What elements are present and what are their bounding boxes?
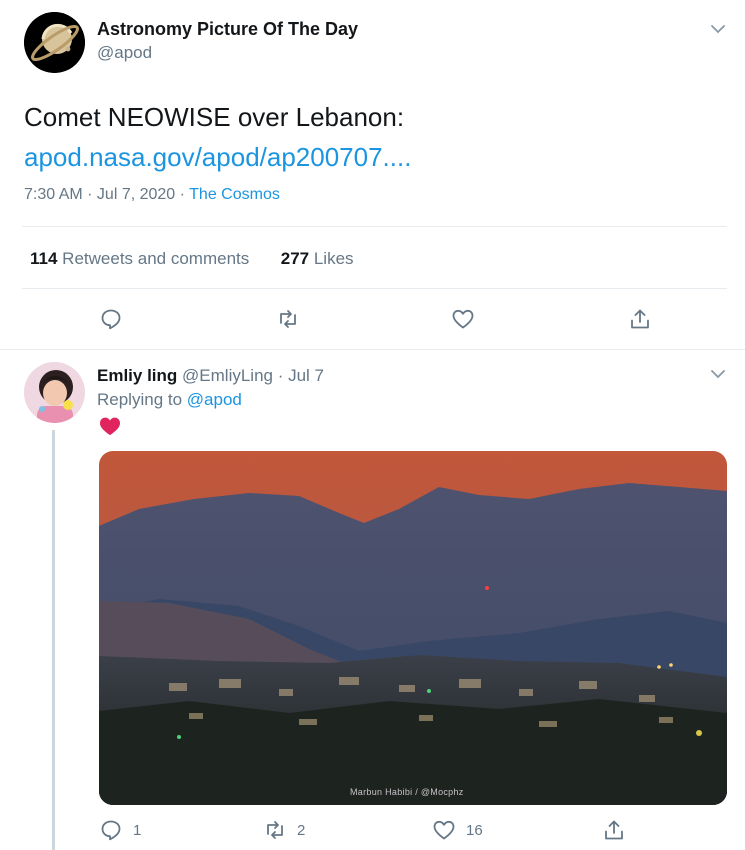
divider — [22, 226, 727, 227]
like-count: 16 — [466, 821, 483, 839]
retweets-count: 114 — [30, 249, 58, 268]
reply-icon — [101, 309, 121, 330]
like-icon — [433, 820, 455, 840]
reply-reply-button[interactable]: 1 — [99, 818, 141, 842]
tweet-text: Comet NEOWISE over Lebanon: apod.nasa.go… — [24, 97, 411, 177]
tweet-meta: 7:30 AM · Jul 7, 2020 · The Cosmos — [24, 186, 280, 204]
tweet-menu-chevron-icon[interactable] — [709, 20, 727, 43]
reply-icon — [101, 820, 121, 841]
reply-menu-chevron-icon[interactable] — [709, 365, 727, 388]
replying-prefix: Replying to — [97, 390, 187, 409]
likes-stat[interactable]: 277 Likes — [281, 249, 354, 268]
retweet-icon — [280, 310, 296, 328]
tweet-text-line: Comet NEOWISE over Lebanon: — [24, 102, 405, 132]
likes-label: Likes — [313, 249, 354, 268]
heart-emoji-icon — [99, 416, 121, 436]
saturn-logo — [24, 12, 85, 73]
tweet-timestamp[interactable]: 7:30 AM · Jul 7, 2020 · — [24, 186, 189, 203]
reply-handle-date[interactable]: @EmliyLing · Jul 7 — [182, 366, 324, 385]
share-button[interactable] — [628, 307, 652, 331]
like-button[interactable] — [451, 307, 475, 331]
reply-header: Emliy ling @EmliyLing · Jul 7 — [97, 366, 324, 386]
reply-count: 1 — [133, 821, 142, 839]
replying-to-handle[interactable]: @apod — [187, 390, 242, 409]
tweet-stats: 114 Retweets and comments 277 Likes — [30, 249, 354, 269]
tweet-separator — [0, 349, 745, 350]
comet-photo[interactable] — [99, 451, 727, 805]
like-icon — [452, 309, 474, 329]
replying-to: Replying to @apod — [97, 390, 242, 410]
reply-like-button[interactable]: 16 — [432, 818, 483, 842]
tweet-source[interactable]: The Cosmos — [189, 186, 280, 203]
retweets-stat[interactable]: 114 Retweets and comments — [30, 249, 249, 268]
child-photo-avatar — [24, 362, 85, 423]
reply-button[interactable] — [99, 307, 123, 331]
retweet-icon — [267, 821, 283, 839]
retweets-label: Retweets and comments — [62, 249, 250, 268]
reply-share-button[interactable] — [602, 818, 626, 842]
retweet-count: 2 — [297, 821, 306, 839]
tweet-link[interactable]: apod.nasa.gov/apod/ap200707.... — [24, 137, 411, 177]
lebanon-landscape-image — [99, 451, 727, 805]
apod-avatar[interactable] — [24, 12, 85, 73]
share-icon — [605, 820, 623, 840]
retweet-button[interactable] — [276, 307, 300, 331]
photo-credit: Marbun Habibi / @Mocphz — [350, 787, 464, 797]
reply-avatar[interactable] — [24, 362, 85, 423]
thread-line — [52, 430, 55, 850]
reply-author-name[interactable]: Emliy ling — [97, 366, 177, 385]
likes-count: 277 — [280, 249, 310, 268]
share-icon — [631, 309, 649, 329]
author-name[interactable]: Astronomy Picture Of The Day — [97, 19, 358, 40]
reply-retweet-button[interactable]: 2 — [263, 818, 305, 842]
author-handle[interactable]: @apod — [97, 43, 152, 63]
divider — [22, 288, 727, 289]
